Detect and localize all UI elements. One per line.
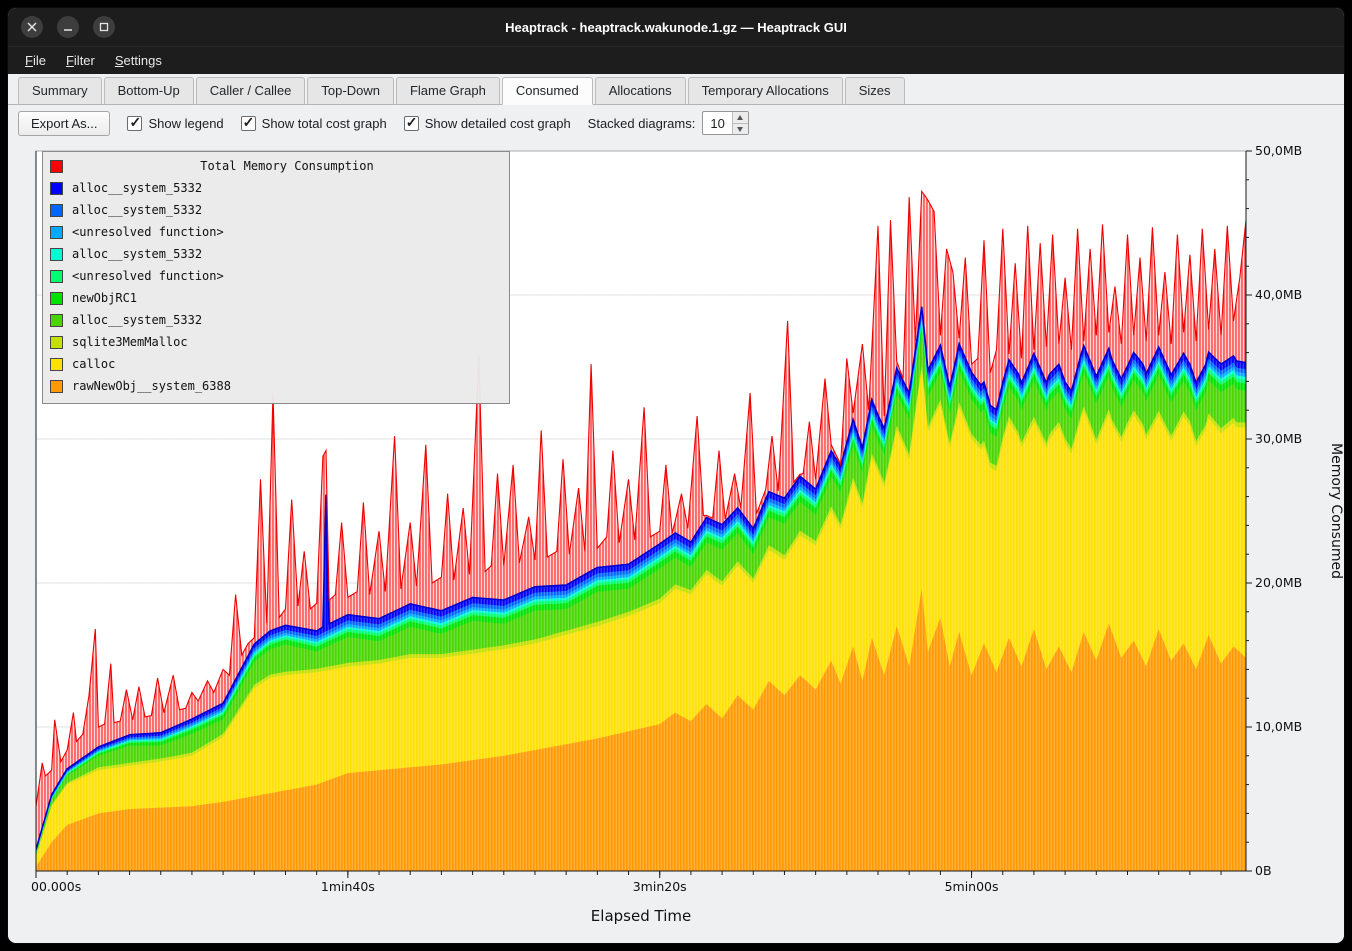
legend-swatch	[50, 248, 63, 261]
legend-title: Total Memory Consumption	[72, 159, 502, 173]
menubar: File Filter Settings	[8, 46, 1344, 74]
x-tick-label: 5min00s	[945, 879, 999, 894]
tab-allocations[interactable]: Allocations	[595, 77, 686, 105]
legend-swatch	[50, 292, 63, 305]
tab-summary[interactable]: Summary	[18, 77, 102, 105]
legend-title-swatch	[50, 160, 63, 173]
legend-swatch	[50, 380, 63, 393]
y-tick-label: 40,0MB	[1255, 287, 1302, 302]
x-axis-title: Elapsed Time	[591, 907, 691, 925]
legend-label: alloc__system_5332	[72, 247, 202, 261]
titlebar: Heaptrack - heaptrack.wakunode.1.gz — He…	[8, 8, 1344, 46]
x-tick-label: 1min40s	[321, 879, 375, 894]
export-as-button[interactable]: Export As...	[18, 111, 110, 136]
chart-legend: Total Memory Consumption alloc__system_5…	[42, 151, 510, 404]
legend-item: newObjRC1	[50, 287, 502, 309]
legend-title-row: Total Memory Consumption	[50, 155, 502, 177]
legend-item: <unresolved function>	[50, 265, 502, 287]
tab-top-down[interactable]: Top-Down	[307, 77, 394, 105]
checkbox-label: Show total cost graph	[262, 116, 387, 131]
menu-filter[interactable]: Filter	[57, 50, 104, 71]
legend-label: alloc__system_5332	[72, 313, 202, 327]
show-total-cost-graph-checkbox[interactable]: Show total cost graph	[241, 116, 387, 131]
menu-settings[interactable]: Settings	[106, 50, 171, 71]
tab-temporary-allocations[interactable]: Temporary Allocations	[688, 77, 843, 105]
legend-label: <unresolved function>	[72, 225, 224, 239]
show-detailed-cost-graph-checkbox[interactable]: Show detailed cost graph	[404, 116, 571, 131]
toolbar: Export As... Show legend Show total cost…	[8, 105, 1344, 141]
legend-label: sqlite3MemMalloc	[72, 335, 188, 349]
memory-consumption-chart[interactable]: 00.000s 1min40s 3min20s 5min00s 0B 10,0MB 20,0…	[8, 141, 1344, 943]
legend-label: alloc__system_5332	[72, 181, 202, 195]
legend-item: calloc	[50, 353, 502, 375]
spinbox-up-icon[interactable]	[733, 112, 748, 124]
legend-swatch	[50, 270, 63, 283]
show-legend-checkbox[interactable]: Show legend	[127, 116, 223, 131]
legend-rows: alloc__system_5332 alloc__system_5332 <unr…	[50, 177, 502, 397]
spinbox-down-icon[interactable]	[733, 124, 748, 135]
legend-swatch	[50, 204, 63, 217]
tab-consumed[interactable]: Consumed	[502, 77, 593, 105]
legend-item: alloc__system_5332	[50, 177, 502, 199]
tab-flame-graph[interactable]: Flame Graph	[396, 77, 500, 105]
legend-item: alloc__system_5332	[50, 243, 502, 265]
checkbox-checked-icon	[404, 116, 419, 131]
x-tick-label: 3min20s	[633, 879, 687, 894]
stacked-diagrams-label: Stacked diagrams:	[588, 116, 696, 131]
x-tick-label: 00.000s	[31, 879, 81, 894]
tab-bottom-up[interactable]: Bottom-Up	[104, 77, 194, 105]
legend-item: sqlite3MemMalloc	[50, 331, 502, 353]
stacked-diagrams-spinbox[interactable]: 10	[702, 111, 749, 135]
legend-swatch	[50, 358, 63, 371]
tab-bar: Summary Bottom-Up Caller / Callee Top-Do…	[8, 74, 1344, 105]
legend-label: <unresolved function>	[72, 269, 224, 283]
legend-swatch	[50, 226, 63, 239]
tab-caller-callee[interactable]: Caller / Callee	[196, 77, 306, 105]
y-tick-label: 20,0MB	[1255, 575, 1302, 590]
y-tick-label: 10,0MB	[1255, 719, 1302, 734]
spinbox-buttons	[732, 112, 748, 134]
y-tick-label: 50,0MB	[1255, 143, 1302, 158]
legend-label: calloc	[72, 357, 115, 371]
legend-label: newObjRC1	[72, 291, 137, 305]
y-tick-label: 0B	[1255, 863, 1272, 878]
legend-item: rawNewObj__system_6388	[50, 375, 502, 397]
checkbox-checked-icon	[127, 116, 142, 131]
heaptrack-window: Heaptrack - heaptrack.wakunode.1.gz — He…	[7, 7, 1345, 944]
legend-label: rawNewObj__system_6388	[72, 379, 231, 393]
legend-label: alloc__system_5332	[72, 203, 202, 217]
legend-swatch	[50, 314, 63, 327]
menu-file[interactable]: File	[16, 50, 55, 71]
y-axis-title: Memory Consumed	[1328, 443, 1344, 579]
checkbox-label: Show legend	[148, 116, 223, 131]
y-tick-label: 30,0MB	[1255, 431, 1302, 446]
legend-item: alloc__system_5332	[50, 199, 502, 221]
checkbox-label: Show detailed cost graph	[425, 116, 571, 131]
legend-item: <unresolved function>	[50, 221, 502, 243]
spinbox-value: 10	[703, 112, 732, 134]
window-title: Heaptrack - heaptrack.wakunode.1.gz — He…	[8, 8, 1344, 46]
legend-swatch	[50, 336, 63, 349]
legend-swatch	[50, 182, 63, 195]
legend-item: alloc__system_5332	[50, 309, 502, 331]
checkbox-checked-icon	[241, 116, 256, 131]
tab-sizes[interactable]: Sizes	[845, 77, 905, 105]
